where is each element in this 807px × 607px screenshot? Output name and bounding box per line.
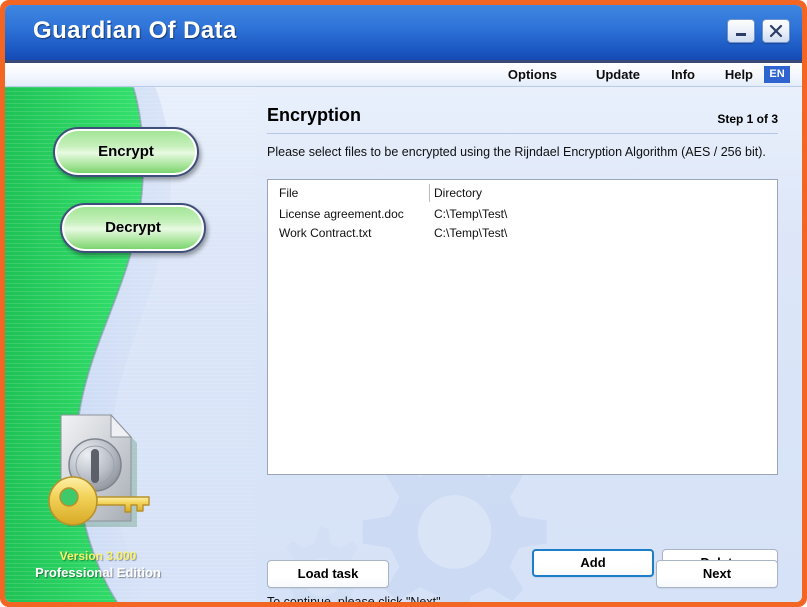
page-title: Encryption [267, 105, 362, 125]
load-task-button[interactable]: Load task [267, 560, 389, 588]
menu-item-help[interactable]: Help [725, 67, 753, 82]
nav-button-encrypt[interactable]: Encrypt [53, 127, 199, 177]
step-label: Step 1 of 3 [717, 112, 778, 126]
intro-text: Please select files to be encrypted usin… [267, 145, 766, 159]
window-inner: Guardian Of Data Options Update Info Hel… [5, 5, 802, 602]
add-button-label: Add [580, 555, 606, 570]
next-button[interactable]: Next [656, 560, 778, 588]
cell-directory: C:\Temp\Test\ [434, 226, 508, 240]
application-title: Guardian Of Data [33, 17, 237, 44]
menu-item-info[interactable]: Info [671, 67, 695, 82]
nav-button-encrypt-label: Encrypt [98, 143, 154, 160]
next-button-label: Next [702, 566, 732, 581]
main-panel: Encryption Step 1 of 3 Please select fil… [255, 87, 802, 602]
file-list[interactable]: File Directory License agreement.doc C:\… [267, 179, 778, 475]
nav-button-decrypt[interactable]: Decrypt [60, 203, 206, 253]
nav-button-decrypt-label: Decrypt [105, 219, 161, 236]
cell-file: Work Contract.txt [279, 226, 372, 240]
minimize-icon [736, 33, 746, 36]
close-button[interactable] [762, 19, 790, 43]
minimize-button[interactable] [727, 19, 755, 43]
language-badge[interactable]: EN [764, 66, 790, 83]
menu-bar: Options Update Info Help EN [5, 63, 802, 87]
title-divider [267, 133, 778, 134]
title-bar: Guardian Of Data [5, 5, 802, 63]
continue-hint: To continue, please click "Next". [267, 595, 445, 602]
load-task-button-label: Load task [297, 566, 359, 581]
cell-file: License agreement.doc [279, 207, 404, 221]
add-button[interactable]: Add [532, 549, 654, 577]
column-separator [429, 184, 430, 202]
menu-item-options[interactable]: Options [508, 67, 557, 82]
close-icon [769, 24, 783, 38]
column-header-directory: Directory [434, 186, 483, 200]
application-window: Guardian Of Data Options Update Info Hel… [0, 0, 807, 607]
cell-directory: C:\Temp\Test\ [434, 207, 508, 221]
column-header-file: File [279, 186, 299, 200]
menu-item-update[interactable]: Update [596, 67, 640, 82]
